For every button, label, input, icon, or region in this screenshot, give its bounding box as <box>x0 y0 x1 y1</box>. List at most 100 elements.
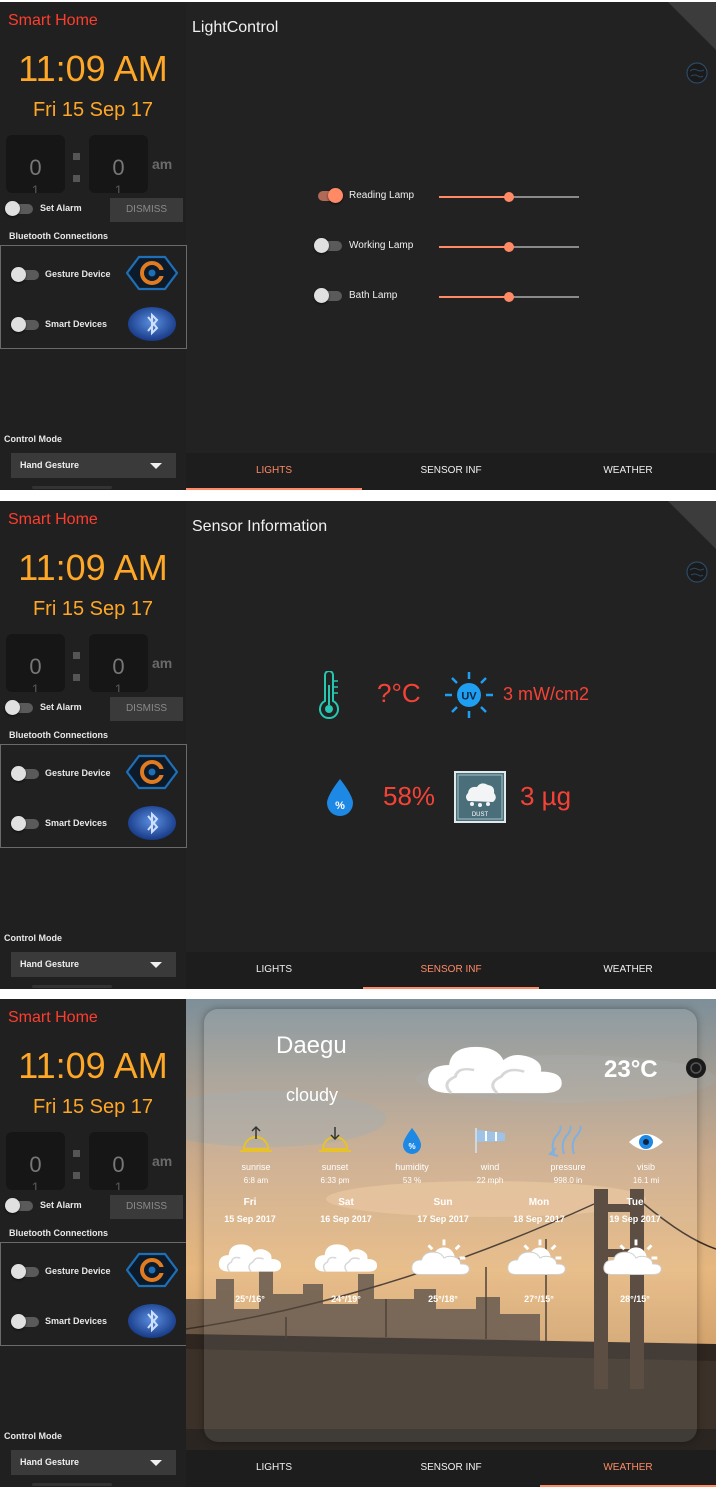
sidebar: Smart Home 11:09 AM Fri 15 Sep 17 0 1 0 … <box>0 999 187 1487</box>
alarm-minute-value: 0 <box>112 1152 125 1177</box>
set-alarm-switch[interactable] <box>5 700 33 715</box>
tab-bar: LIGHTS SENSOR INF WEATHER <box>186 952 716 989</box>
reading-lamp-slider[interactable] <box>439 192 579 202</box>
dust-value: 3 µg <box>520 781 572 811</box>
smart-devices-switch[interactable] <box>11 317 39 332</box>
humidity-label: humidity <box>395 1162 429 1172</box>
forecast-day-name: Sun <box>433 1197 453 1208</box>
gesture-device-switch[interactable] <box>11 1264 39 1279</box>
working-lamp-slider[interactable] <box>439 242 579 252</box>
refresh-icon[interactable] <box>685 1057 707 1079</box>
forecast-day-name: Sat <box>338 1197 354 1208</box>
set-alarm-label: Set Alarm <box>40 1200 82 1210</box>
set-alarm-switch[interactable] <box>5 201 33 216</box>
active-tab-indicator <box>186 488 362 490</box>
dropdown-arrow-icon <box>150 1460 162 1466</box>
alarm-hour-picker[interactable]: 0 1 <box>6 135 65 193</box>
alarm-ampm[interactable]: am <box>152 1153 172 1169</box>
wind-label: wind <box>480 1162 500 1172</box>
bluetooth-icon[interactable] <box>126 1303 178 1339</box>
alarm-minute-picker[interactable]: 0 1 <box>89 1132 148 1190</box>
dismiss-button[interactable]: DISMISS <box>110 1195 183 1219</box>
dust-icon: DUST <box>454 771 506 823</box>
smart-devices-label: Smart Devices <box>45 818 108 828</box>
bluetooth-title: Bluetooth Connections <box>9 231 108 241</box>
current-weather-cloud-icon <box>422 1037 568 1103</box>
clock-time: 11:09 AM <box>18 48 168 89</box>
tab-weather[interactable]: WEATHER <box>540 1450 716 1487</box>
tab-bar: LIGHTS SENSOR INF WEATHER <box>186 1450 716 1487</box>
clock-date: Fri 15 Sep 17 <box>32 1096 154 1118</box>
main-content: LightControl Reading Lamp Working Lamp B… <box>186 2 716 490</box>
control-mode-title: Control Mode <box>4 434 62 444</box>
dropdown-arrow-icon <box>150 962 162 968</box>
bath-lamp-switch[interactable] <box>314 288 342 303</box>
active-tab-indicator <box>363 987 539 989</box>
alarm-minute-picker[interactable]: 0 1 <box>89 135 148 193</box>
globe-icon[interactable] <box>686 62 708 84</box>
alarm-hour-next: 1 <box>31 1179 40 1190</box>
globe-icon[interactable] <box>686 561 708 583</box>
gesture-device-switch[interactable] <box>11 267 39 282</box>
forecast-date: 19 Sep 2017 <box>609 1214 661 1224</box>
alarm-minute-value: 0 <box>112 654 125 679</box>
forecast-date: 16 Sep 2017 <box>320 1214 372 1224</box>
tab-weather[interactable]: WEATHER <box>540 453 716 490</box>
dismiss-button[interactable]: DISMISS <box>110 697 183 721</box>
alarm-hour-picker[interactable]: 0 1 <box>6 1132 65 1190</box>
visibility-label: visib <box>636 1162 655 1172</box>
bluetooth-icon[interactable] <box>126 805 178 841</box>
lamp-row-reading: Reading Lamp <box>314 187 594 207</box>
alarm-hour-next: 1 <box>31 182 40 193</box>
gesture-device-switch[interactable] <box>11 766 39 781</box>
control-mode-dropdown[interactable]: Hand Gesture <box>11 952 176 977</box>
colon-dot-icon <box>73 1172 80 1179</box>
working-lamp-switch[interactable] <box>314 238 342 253</box>
control-mode-dropdown[interactable]: Hand Gesture <box>11 453 176 478</box>
tab-lights[interactable]: LIGHTS <box>186 1450 362 1487</box>
gesture-device-icon[interactable] <box>126 255 178 291</box>
scroll-indicator <box>32 486 112 489</box>
gesture-device-icon[interactable] <box>126 1252 178 1288</box>
alarm-minute-picker[interactable]: 0 1 <box>89 634 148 692</box>
app-title: Smart Home <box>8 511 98 528</box>
humidity-stat-value: 53 % <box>402 1176 422 1185</box>
control-mode-dropdown[interactable]: Hand Gesture <box>11 1450 176 1475</box>
forecast-temp-range: 24°/19° <box>331 1294 361 1304</box>
bluetooth-title: Bluetooth Connections <box>9 730 108 740</box>
forecast-day-name: Tue <box>626 1197 644 1208</box>
tab-sensor-inf[interactable]: SENSOR INF <box>363 952 539 989</box>
bath-lamp-slider[interactable] <box>439 292 579 302</box>
clock-date: Fri 15 Sep 17 <box>32 598 154 620</box>
tab-lights[interactable]: LIGHTS <box>186 952 362 989</box>
sunset-icon <box>319 1127 351 1152</box>
alarm-minute-next: 1 <box>114 182 123 193</box>
gesture-device-label: Gesture Device <box>45 768 111 778</box>
visibility-value: 16.1 mi <box>632 1176 660 1185</box>
tab-lights[interactable]: LIGHTS <box>186 453 362 490</box>
alarm-ampm[interactable]: am <box>152 655 172 671</box>
forecast-temp-range: 25°/18° <box>428 1294 458 1304</box>
set-alarm-label: Set Alarm <box>40 702 82 712</box>
lamp-row-bath: Bath Lamp <box>314 287 594 307</box>
sidebar: Smart Home 11:09 AM Fri 15 Sep 17 0 1 0 … <box>0 2 187 490</box>
tab-sensor-inf[interactable]: SENSOR INF <box>363 1450 539 1487</box>
bluetooth-title: Bluetooth Connections <box>9 1228 108 1238</box>
cloud-icon <box>216 1237 284 1279</box>
set-alarm-switch[interactable] <box>5 1198 33 1213</box>
smart-devices-switch[interactable] <box>11 1314 39 1329</box>
gesture-device-icon[interactable] <box>126 754 178 790</box>
sunrise-icon <box>240 1125 272 1152</box>
tab-weather[interactable]: WEATHER <box>540 952 716 989</box>
reading-lamp-switch[interactable] <box>314 188 343 203</box>
alarm-ampm[interactable]: am <box>152 156 172 172</box>
forecast-temp-range: 27°/15° <box>524 1294 554 1304</box>
wind-icon <box>475 1128 505 1153</box>
tab-sensor-inf[interactable]: SENSOR INF <box>363 453 539 490</box>
smart-devices-switch[interactable] <box>11 816 39 831</box>
bluetooth-icon[interactable] <box>126 306 178 342</box>
dismiss-button[interactable]: DISMISS <box>110 198 183 222</box>
alarm-hour-value: 0 <box>29 654 42 679</box>
colon-dot-icon <box>73 153 80 160</box>
alarm-hour-picker[interactable]: 0 1 <box>6 634 65 692</box>
